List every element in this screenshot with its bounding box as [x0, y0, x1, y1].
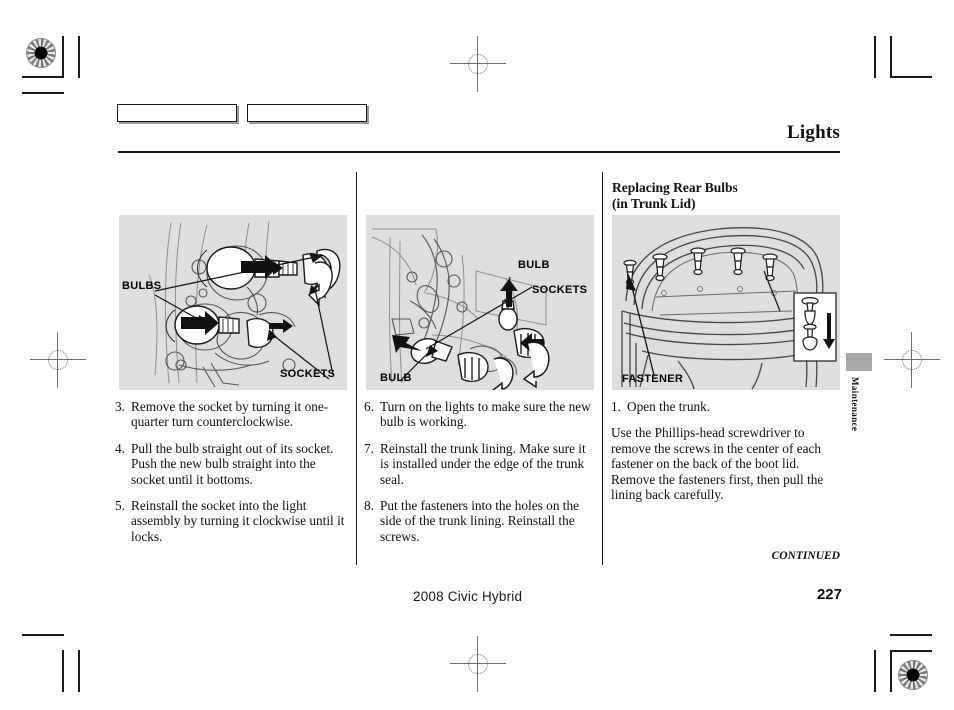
- section-heading-replacing-rear-bulbs: Replacing Rear Bulbs (in Trunk Lid): [612, 180, 738, 211]
- illustration-label-bulbs: BULBS: [122, 280, 162, 292]
- registration-crosshair-left: [30, 332, 86, 388]
- right-column-steps: 1. Open the trunk. Use the Phillips-head…: [611, 399, 843, 513]
- continued-marker: CONTINUED: [771, 550, 840, 562]
- footer-page-number: 227: [816, 586, 842, 603]
- registration-target-bottom-right: [898, 660, 928, 690]
- top-tab-box-1[interactable]: [117, 104, 237, 122]
- step-item: 1. Open the trunk.: [611, 399, 843, 414]
- registration-crosshair-bottom: [450, 636, 506, 692]
- side-tab-block: [846, 353, 872, 371]
- step-item: 4. Pull the bulb straight out of its soc…: [115, 441, 349, 487]
- step-number: 3.: [115, 399, 125, 414]
- column-divider-left: [356, 172, 357, 565]
- step-item: 3. Remove the socket by turning it one-q…: [115, 399, 349, 430]
- step-number: 8.: [364, 498, 374, 514]
- step-number: 6.: [364, 399, 374, 414]
- illustration-rear-light-bulbs: BULBS SOCKETS: [119, 215, 347, 390]
- crop-mark-bottom-left-vertical: [62, 650, 64, 692]
- step-number: 7.: [364, 440, 374, 456]
- step-text: Remove the socket by turning it one-quar…: [131, 399, 329, 430]
- illustration-trunk-lining-bulbs: BULB SOCKETS BULB: [366, 215, 594, 390]
- middle-column-steps: 6. Turn on the lights to make sure the n…: [364, 399, 594, 555]
- step-text: Turn on the lights to make sure the new …: [380, 399, 591, 430]
- illustration-label-sockets: SOCKETS: [532, 284, 588, 296]
- crop-mark-top-right-horizontal: [890, 76, 932, 78]
- step-text: Open the trunk.: [627, 399, 711, 414]
- step-text: Reinstall the trunk lining. Make sure it…: [380, 440, 586, 487]
- crop-mark-top-right-vertical: [890, 36, 892, 78]
- column-divider-right: [602, 172, 603, 565]
- manual-page: Lights BULBS SOCKETS 3. Remove the socke…: [0, 0, 954, 710]
- crop-mark-top-left-horizontal-outer: [22, 92, 64, 94]
- step-item: 5. Reinstall the socket into the light a…: [115, 498, 349, 544]
- registration-crosshair-top: [450, 36, 506, 92]
- body-paragraph: Use the Phillips-head screwdriver to rem…: [611, 425, 824, 503]
- footer-model-name: 2008 Civic Hybrid: [413, 589, 523, 604]
- illustration-label-sockets: SOCKETS: [280, 368, 336, 380]
- illustration-label-bulb-bottom: BULB: [380, 372, 412, 384]
- left-column-steps: 3. Remove the socket by turning it one-q…: [115, 399, 349, 555]
- illustration-label-fastener: FASTENER: [622, 373, 684, 385]
- crop-mark-bottom-right-horizontal-outer: [890, 634, 932, 636]
- top-tab-box-2[interactable]: [247, 104, 367, 122]
- registration-crosshair-right: [884, 332, 940, 388]
- step-text: Pull the bulb straight out of its socket…: [131, 440, 334, 487]
- step-number: 1.: [611, 399, 621, 414]
- header-divider-rule: [118, 151, 840, 153]
- step-text: Put the fasteners into the holes on the …: [380, 498, 580, 544]
- step-text: Reinstall the socket into the light asse…: [131, 498, 345, 544]
- step-item: 7. Reinstall the trunk lining. Make sure…: [364, 441, 594, 487]
- step-number: 4.: [115, 440, 125, 456]
- crop-mark-top-left-vertical: [62, 36, 64, 78]
- step-item: 8. Put the fasteners into the holes on t…: [364, 498, 594, 544]
- crop-mark-bottom-right-vertical: [890, 650, 892, 692]
- crop-mark-top-left-horizontal: [22, 76, 64, 78]
- step-item: 6. Turn on the lights to make sure the n…: [364, 399, 594, 430]
- crop-mark-top-left-vertical-outer: [78, 36, 80, 78]
- registration-target-top-left: [26, 38, 56, 68]
- crop-mark-bottom-left-horizontal: [22, 634, 64, 636]
- side-tab-label-maintenance: Maintenance: [850, 377, 860, 432]
- illustration-label-bulb-top: BULB: [518, 259, 550, 271]
- crop-mark-bottom-right-horizontal: [890, 650, 932, 652]
- crop-mark-top-right-vertical-outer: [874, 36, 876, 78]
- page-title: Lights: [787, 122, 840, 143]
- illustration-trunk-lid-fasteners: FASTENER: [612, 215, 840, 390]
- crop-mark-bottom-left-vertical-outer: [78, 650, 80, 692]
- crop-mark-bottom-right-vertical-outer: [874, 650, 876, 692]
- step-number: 5.: [115, 498, 125, 514]
